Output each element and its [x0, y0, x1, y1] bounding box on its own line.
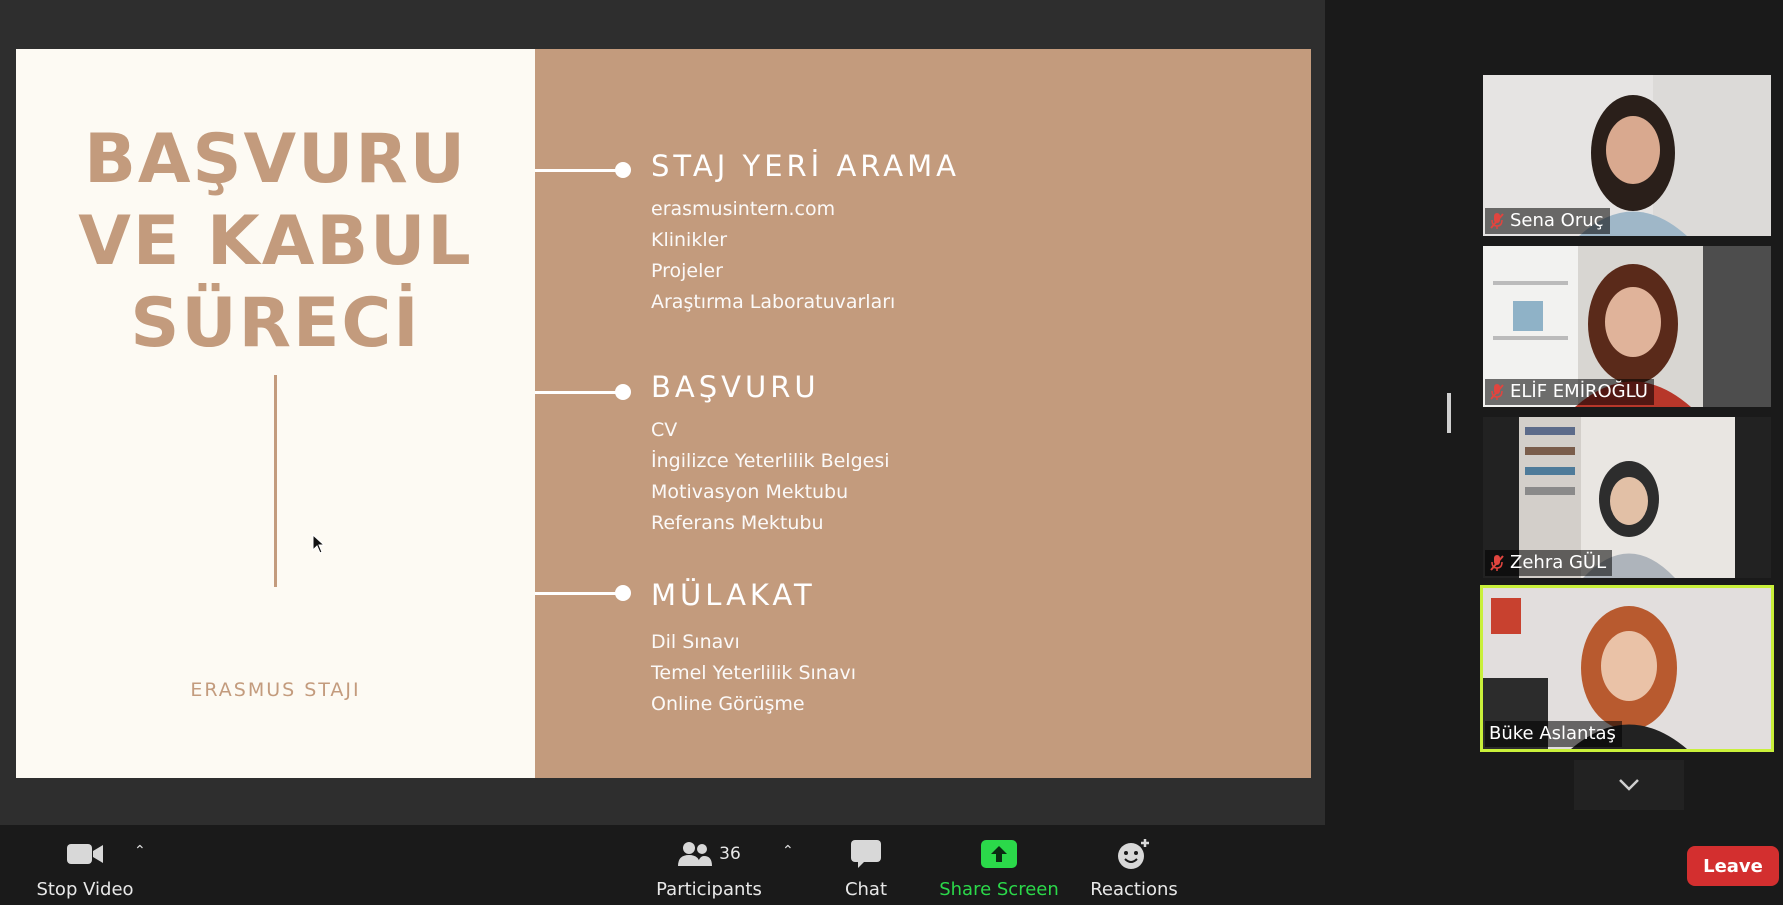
section-items: erasmusintern.com Klinikler Projeler Ara…	[651, 194, 895, 318]
list-item: Motivasyon Mektubu	[651, 481, 849, 503]
panel-resize-handle[interactable]	[1447, 393, 1451, 433]
share-up-arrow-icon	[981, 840, 1017, 868]
participant-name: ELİF EMİROĞLU	[1510, 381, 1648, 402]
leave-button[interactable]: Leave	[1687, 846, 1779, 886]
slide-title: BAŞVURU VE KABUL SÜRECİ	[16, 119, 535, 365]
video-options-caret-icon[interactable]: ⌃	[134, 843, 146, 859]
participant-name-label: Büke Aslantaş	[1485, 721, 1622, 747]
mic-muted-icon	[1490, 383, 1504, 400]
participant-name-label: Sena Oruç	[1485, 208, 1610, 234]
participant-tile-active-speaker[interactable]: Büke Aslantaş	[1480, 585, 1774, 752]
section-items: Dil Sınavı Temel Yeterlilik Sınavı Onlin…	[651, 627, 856, 720]
smiley-plus-icon	[1118, 839, 1149, 869]
participant-tile[interactable]: ELİF EMİROĞLU	[1483, 246, 1771, 407]
list-item: erasmusintern.com	[651, 198, 836, 220]
gallery-scroll-down-button[interactable]	[1574, 760, 1684, 810]
section-dot	[615, 162, 631, 178]
section-heading: MÜLAKAT	[651, 578, 816, 612]
slide-title-line-1: BAŞVURU	[84, 120, 467, 199]
slide-footer: ERASMUS STAJI	[190, 679, 361, 701]
reactions-button[interactable]: Reactions	[1090, 825, 1178, 905]
section-dot	[615, 384, 631, 400]
participant-tile[interactable]: Sena Oruç	[1483, 75, 1771, 236]
section-connector	[535, 169, 622, 172]
chat-label: Chat	[844, 879, 888, 900]
section-dot	[615, 585, 631, 601]
participant-name-label: Zehra GÜL	[1485, 550, 1613, 576]
participant-tile[interactable]: Zehra GÜL	[1483, 417, 1771, 578]
slide-divider-line	[274, 375, 277, 587]
section-heading: STAJ YERİ ARAMA	[651, 149, 960, 183]
slide-right-panel: STAJ YERİ ARAMA erasmusintern.com Klinik…	[535, 49, 1311, 778]
participants-options-caret-icon[interactable]: ⌃	[782, 843, 794, 859]
mic-muted-icon	[1490, 212, 1504, 229]
slide-title-line-3: SÜRECİ	[130, 284, 421, 363]
list-item: Referans Mektubu	[651, 512, 824, 534]
participants-button[interactable]: 36 Participants	[656, 825, 762, 905]
section-heading: BAŞVURU	[651, 370, 820, 404]
people-icon	[678, 842, 713, 866]
participants-count: 36	[719, 844, 741, 864]
participant-name: Zehra GÜL	[1510, 552, 1607, 573]
shared-screen-area: BAŞVURU VE KABUL SÜRECİ ERASMUS STAJI ST…	[0, 0, 1325, 825]
list-item: Dil Sınavı	[651, 631, 740, 653]
list-item: Projeler	[651, 260, 723, 282]
section-items: CV İngilizce Yeterlilik Belgesi Motivasy…	[651, 415, 890, 539]
presentation-slide: BAŞVURU VE KABUL SÜRECİ ERASMUS STAJI ST…	[16, 49, 1311, 778]
participant-name: Büke Aslantaş	[1489, 723, 1616, 744]
section-connector	[535, 391, 622, 394]
chevron-down-icon	[1619, 779, 1639, 791]
list-item: Klinikler	[651, 229, 728, 251]
slide-title-line-2: VE KABUL	[78, 202, 473, 281]
share-screen-button[interactable]: Share Screen	[939, 825, 1059, 905]
list-item: CV	[651, 419, 678, 441]
video-camera-icon	[67, 844, 103, 864]
mouse-cursor-icon	[312, 534, 326, 554]
list-item: Araştırma Laboratuvarları	[651, 291, 896, 313]
meeting-toolbar: Stop Video ⌃ 36 Participants ⌃ Chat Shar…	[0, 825, 1783, 905]
slide-left-panel: BAŞVURU VE KABUL SÜRECİ ERASMUS STAJI	[16, 49, 535, 778]
participant-name: Sena Oruç	[1510, 210, 1604, 231]
section-connector	[535, 592, 622, 595]
chat-bubble-icon	[851, 840, 881, 868]
mic-muted-icon	[1490, 554, 1504, 571]
reactions-label: Reactions	[1090, 879, 1178, 900]
chat-button[interactable]: Chat	[838, 825, 894, 905]
participants-label: Participants	[656, 879, 762, 900]
list-item: İngilizce Yeterlilik Belgesi	[651, 450, 890, 472]
stop-video-button[interactable]: Stop Video	[34, 825, 136, 905]
participant-name-label: ELİF EMİROĞLU	[1485, 379, 1654, 405]
list-item: Temel Yeterlilik Sınavı	[651, 662, 857, 684]
stop-video-label: Stop Video	[36, 879, 134, 900]
share-screen-label: Share Screen	[939, 879, 1059, 900]
list-item: Online Görüşme	[651, 693, 805, 715]
